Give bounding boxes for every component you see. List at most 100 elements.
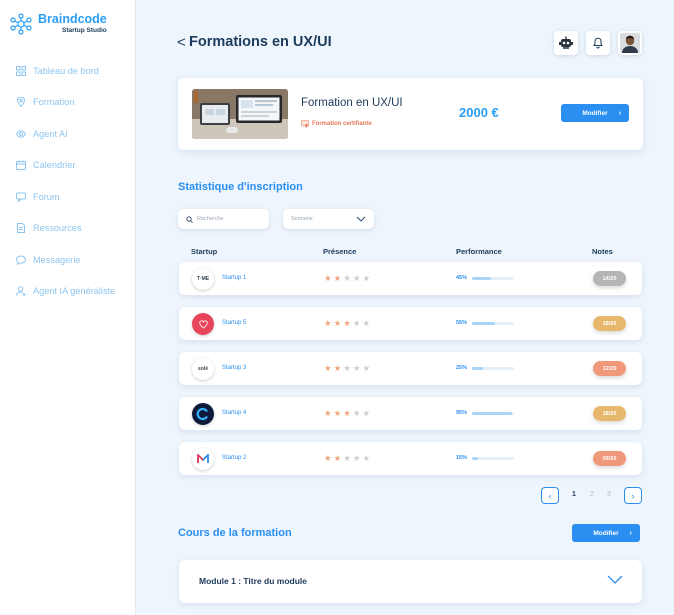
- period-select[interactable]: Semaine: [283, 209, 374, 229]
- sidebar-item-label: Forum: [33, 191, 60, 202]
- ring-logo-icon: [196, 407, 208, 421]
- edit-course-button[interactable]: Modifier ›: [561, 104, 629, 122]
- sidebar: Braindcode Startup Studio Tableau de bor…: [0, 0, 136, 615]
- star-icon: ★: [343, 273, 351, 283]
- star-icon: ★: [324, 453, 332, 463]
- sidebar-item-forum[interactable]: Forum: [16, 181, 115, 213]
- star-icon: ★: [333, 408, 342, 418]
- star-icon: ★: [362, 363, 371, 373]
- sidebar-item-label: Messagerie: [33, 254, 81, 265]
- sidebar-item-agent-ai[interactable]: Agent AI: [16, 118, 115, 150]
- m-logo-icon: [197, 454, 209, 463]
- star-icon: ★: [324, 363, 332, 373]
- chevron-down-icon: [607, 575, 623, 584]
- module-title: Module 1 : Titre du module: [199, 576, 307, 586]
- startup-logo: solé: [192, 358, 214, 380]
- certification-badge: Formation certifiante: [301, 120, 372, 128]
- course-price: 2000 €: [459, 105, 499, 120]
- sidebar-item-label: Tableau de bord: [33, 65, 99, 76]
- star-icon: ★: [324, 318, 332, 328]
- note-badge: 09/20: [593, 451, 626, 466]
- eye-icon: [16, 130, 26, 138]
- robot-button[interactable]: [554, 31, 578, 55]
- certificate-icon: [301, 120, 309, 128]
- certification-label: Formation certifiante: [312, 121, 372, 127]
- startup-logo: T·ME: [192, 268, 214, 290]
- star-icon: ★: [343, 318, 351, 328]
- chevron-down-icon: [356, 216, 366, 222]
- chat-icon: [16, 192, 26, 202]
- sidebar-item-tableau-de-bord[interactable]: Tableau de bord: [16, 55, 115, 87]
- table-row[interactable]: Startup 2 ★ ★ ★ ★ ★ 15% 09/20: [179, 442, 642, 475]
- startup-logo: [192, 403, 214, 425]
- edit-modules-label: Modifier: [593, 529, 619, 537]
- star-icon: ★: [352, 453, 361, 463]
- avatar[interactable]: [618, 31, 642, 55]
- column-header-notes: Notes: [592, 247, 613, 256]
- column-header-presence: Présence: [323, 247, 357, 256]
- column-header-startup: Startup: [191, 247, 218, 256]
- location-pin-icon: [16, 97, 26, 108]
- performance-bar-fill: [472, 457, 479, 460]
- startup-logo: [192, 448, 214, 470]
- table-row[interactable]: Startup 5 ★ ★ ★ ★ ★ 55% 18/20: [179, 307, 642, 340]
- column-header-performance: Performance: [456, 247, 502, 256]
- courses-title: Cours de la formation: [178, 527, 292, 539]
- sidebar-item-label: Agent IA généraliste: [33, 286, 116, 297]
- back-button[interactable]: <: [177, 34, 186, 51]
- page-3[interactable]: 3: [607, 491, 611, 498]
- star-icon: ★: [343, 363, 351, 373]
- sidebar-item-messagerie[interactable]: Messagerie: [16, 244, 115, 276]
- notifications-button[interactable]: [586, 31, 610, 55]
- startup-name: Startup 5: [222, 320, 247, 326]
- page-1[interactable]: 1: [572, 491, 576, 498]
- presence-rating: ★ ★ ★ ★ ★: [324, 319, 370, 328]
- next-page-button[interactable]: ›: [624, 487, 642, 504]
- edit-modules-button[interactable]: Modifier ›: [572, 524, 640, 542]
- performance-bar-fill: [472, 412, 512, 415]
- sidebar-nav: Tableau de bord Formation Agent AI Calen…: [16, 55, 115, 307]
- sidebar-item-formation[interactable]: Formation: [16, 87, 115, 119]
- table-row[interactable]: T·ME Startup 1 ★ ★ ★ ★ ★ 45% 14/20: [179, 262, 642, 295]
- performance-value: 25%: [456, 365, 468, 371]
- star-icon: ★: [343, 453, 351, 463]
- table-row[interactable]: solé Startup 3 ★ ★ ★ ★ ★ 25% 12/20: [179, 352, 642, 385]
- performance-value: 95%: [456, 410, 468, 416]
- star-icon: ★: [352, 363, 361, 373]
- presence-rating: ★ ★ ★ ★ ★: [324, 409, 370, 418]
- module-accordion[interactable]: Module 1 : Titre du module: [179, 560, 642, 603]
- laptop-image: [192, 89, 288, 139]
- performance-bar-fill: [472, 367, 483, 370]
- startup-name: Startup 3: [222, 365, 247, 371]
- star-icon: ★: [362, 318, 371, 328]
- startup-name: Startup 4: [222, 410, 247, 416]
- page-2[interactable]: 2: [590, 491, 594, 498]
- heart-icon: [198, 319, 208, 329]
- search-placeholder: Recherche: [197, 216, 224, 222]
- user-icon: [16, 286, 26, 297]
- sidebar-item-ressources[interactable]: Ressources: [16, 213, 115, 245]
- sidebar-item-agent-ia-generaliste[interactable]: Agent IA généraliste: [16, 276, 115, 308]
- star-icon: ★: [352, 318, 361, 328]
- search-input[interactable]: Recherche: [178, 209, 269, 229]
- brand-logo[interactable]: Braindcode Startup Studio: [9, 12, 107, 36]
- note-badge: 12/20: [593, 361, 626, 376]
- course-thumbnail: [192, 89, 288, 139]
- presence-rating: ★ ★ ★ ★ ★: [324, 364, 370, 373]
- table-row[interactable]: Startup 4 ★ ★ ★ ★ ★ 95% 18/20: [179, 397, 642, 430]
- note-badge: 18/20: [593, 406, 626, 421]
- page-title: Formations en UX/UI: [189, 34, 332, 50]
- document-icon: [17, 223, 25, 234]
- sidebar-item-label: Formation: [33, 97, 75, 108]
- brand-name: Braindcode: [38, 12, 107, 26]
- startup-name: Startup 2: [222, 455, 247, 461]
- brain-logo-icon: [10, 13, 32, 35]
- performance-bar-fill: [472, 277, 491, 280]
- performance-bar: [472, 367, 514, 370]
- performance-value: 55%: [456, 320, 468, 326]
- sidebar-item-label: Ressources: [33, 223, 82, 234]
- sidebar-item-calendrier[interactable]: Calendrier: [16, 150, 115, 182]
- stats-title: Statistique d'inscription: [178, 181, 303, 193]
- prev-page-button[interactable]: ‹: [541, 487, 559, 504]
- presence-rating: ★ ★ ★ ★ ★: [324, 274, 370, 283]
